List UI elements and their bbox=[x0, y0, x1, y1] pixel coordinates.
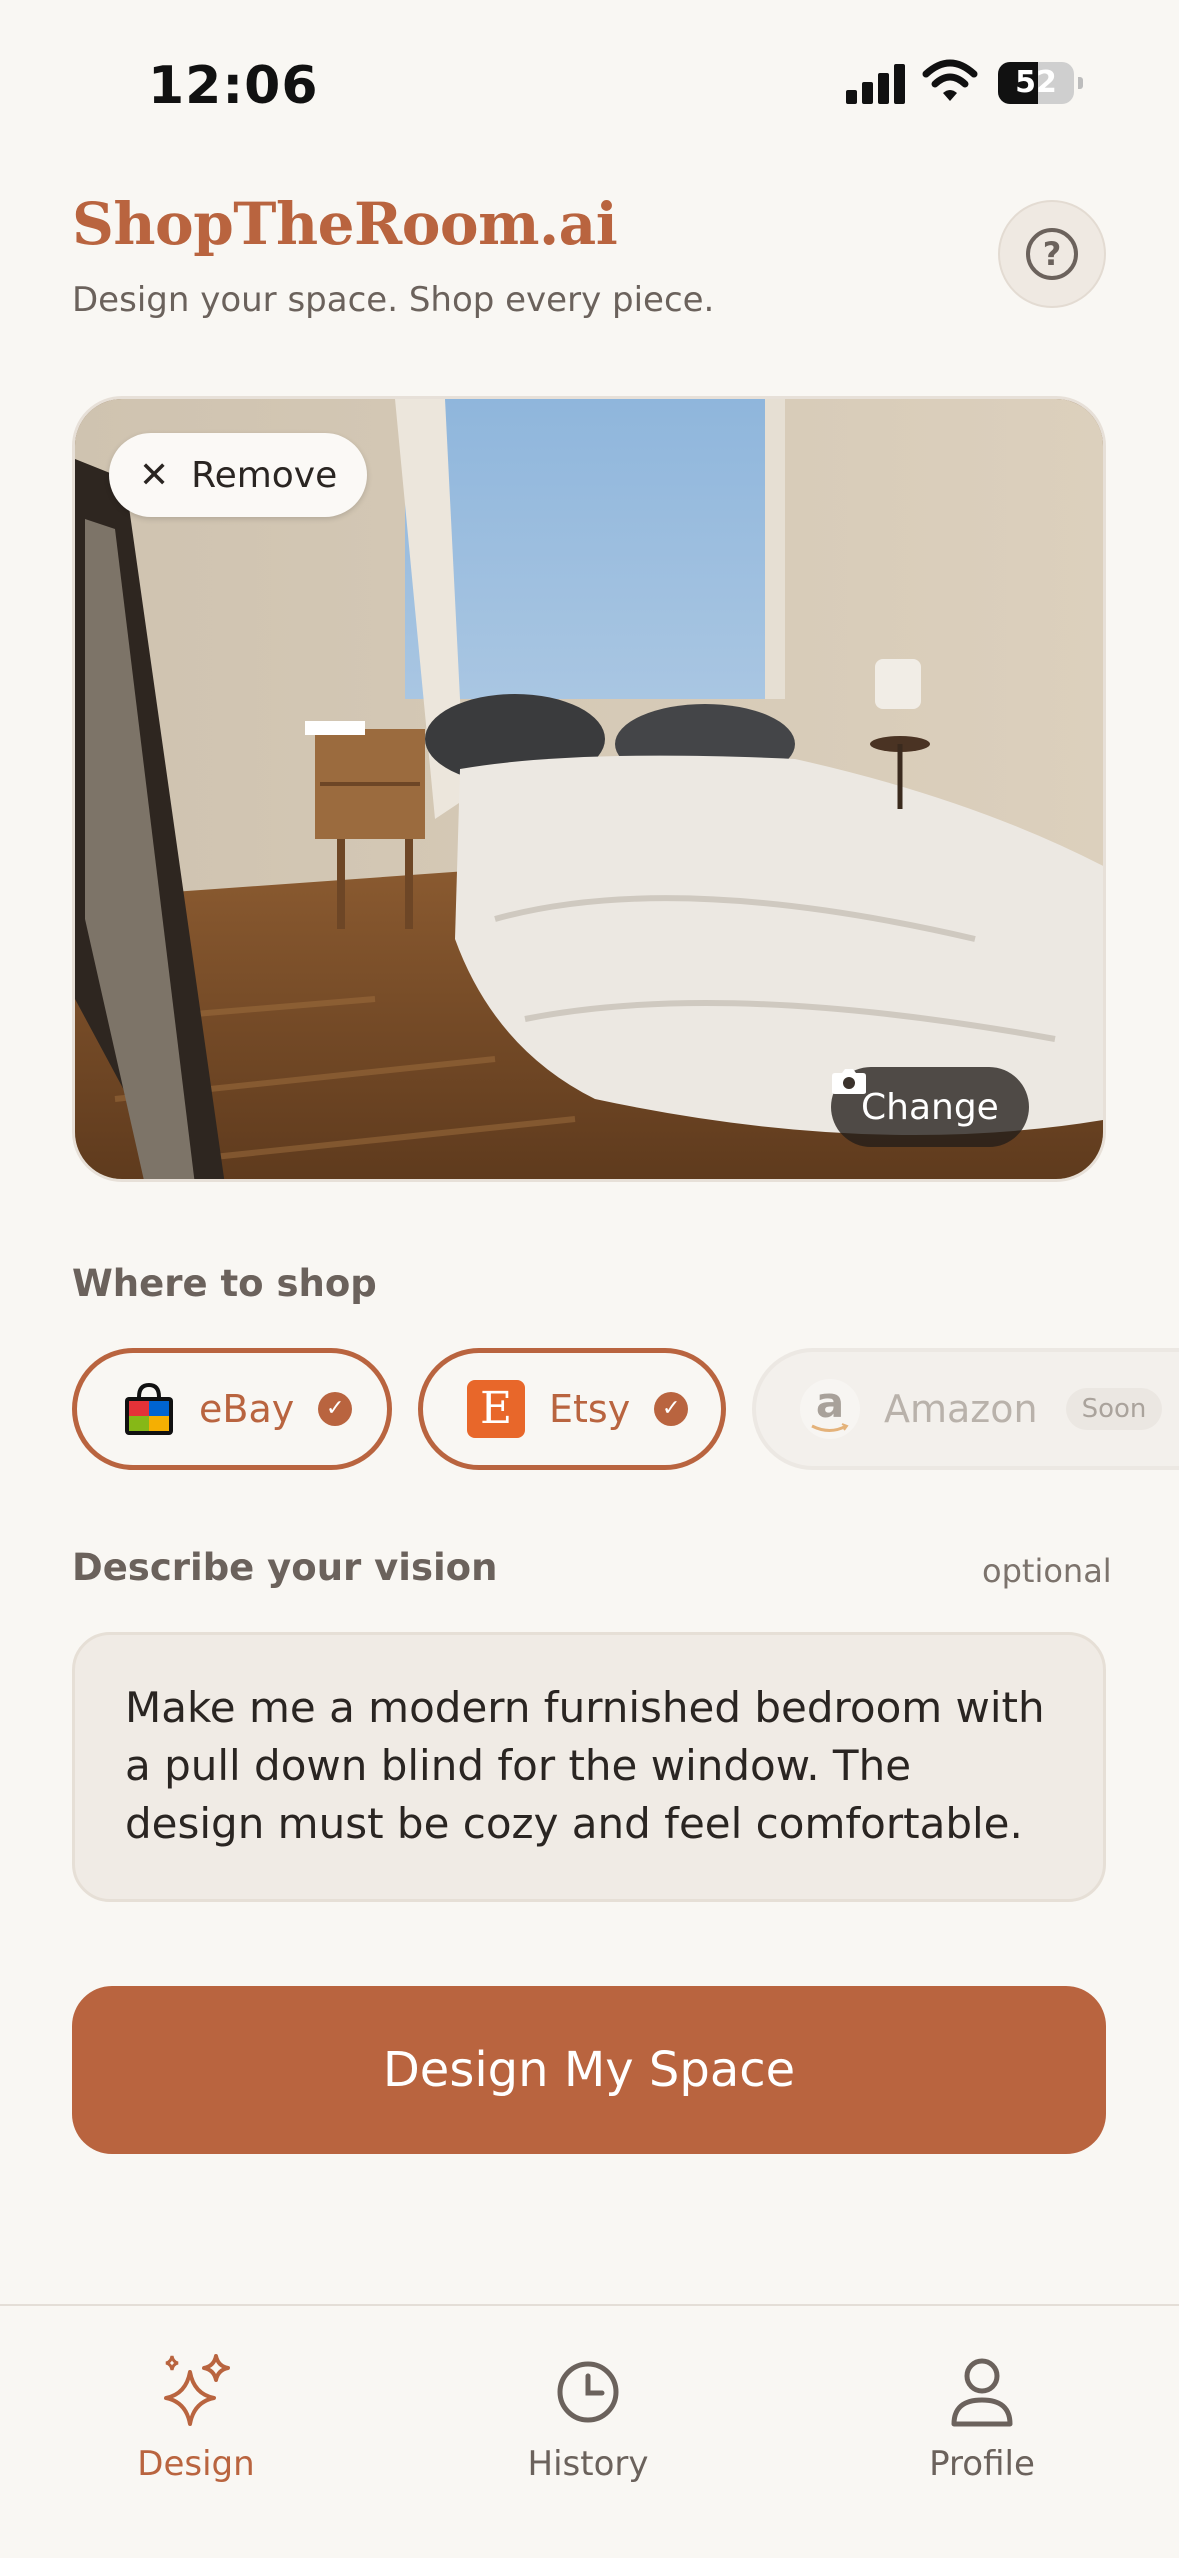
tab-label: History bbox=[527, 2444, 649, 2484]
where-to-shop-label: Where to shop bbox=[72, 1262, 377, 1305]
amazon-logo-icon: a bbox=[800, 1379, 860, 1439]
question-circle-icon: ? bbox=[1026, 228, 1078, 280]
tab-history[interactable]: History bbox=[458, 2350, 718, 2484]
room-photo: ✕ Remove Change bbox=[72, 396, 1106, 1182]
vision-label: Describe your vision bbox=[72, 1546, 498, 1589]
app-tagline: Design your space. Shop every piece. bbox=[72, 280, 715, 320]
optional-label: optional bbox=[982, 1552, 1112, 1590]
app-title: ShopTheRoom.ai bbox=[72, 190, 618, 258]
shop-option-amazon[interactable]: a Amazon Soon bbox=[752, 1348, 1179, 1470]
status-time: 12:06 bbox=[148, 56, 319, 116]
battery-percentage: 52 bbox=[1015, 65, 1057, 100]
remove-photo-label: Remove bbox=[191, 454, 338, 496]
vision-text-field[interactable]: Make me a modern furnished bedroom with … bbox=[72, 1632, 1106, 1902]
battery-icon: 52 bbox=[998, 62, 1083, 104]
vision-text: Make me a modern furnished bedroom with … bbox=[125, 1683, 1045, 1848]
help-button[interactable]: ? bbox=[998, 200, 1106, 308]
remove-photo-button[interactable]: ✕ Remove bbox=[109, 433, 368, 517]
tab-design[interactable]: Design bbox=[66, 2350, 326, 2484]
shop-option-ebay[interactable]: eBay ✓ bbox=[72, 1348, 392, 1470]
shop-option-label: Etsy bbox=[549, 1387, 631, 1431]
tab-label: Design bbox=[137, 2444, 255, 2484]
etsy-logo-icon: E bbox=[467, 1380, 525, 1438]
shop-option-label: Amazon bbox=[884, 1387, 1038, 1431]
shop-option-etsy[interactable]: E Etsy ✓ bbox=[418, 1348, 726, 1470]
camera-icon bbox=[832, 1069, 866, 1094]
checkmark-icon: ✓ bbox=[654, 1392, 689, 1426]
checkmark-icon: ✓ bbox=[318, 1392, 353, 1426]
change-photo-label: Change bbox=[861, 1086, 999, 1128]
shop-option-label: eBay bbox=[199, 1387, 295, 1431]
ebay-bag-icon bbox=[125, 1382, 173, 1435]
tab-label: Profile bbox=[929, 2444, 1035, 2484]
tab-bar: Design History Profile bbox=[0, 2304, 1179, 2558]
clock-icon bbox=[557, 2361, 619, 2423]
tab-profile[interactable]: Profile bbox=[852, 2350, 1112, 2484]
sparkles-icon bbox=[164, 2354, 230, 2426]
close-icon: ✕ bbox=[139, 454, 170, 496]
person-icon bbox=[951, 2358, 1013, 2427]
soon-badge: Soon bbox=[1065, 1388, 1163, 1430]
wifi-icon bbox=[922, 59, 978, 101]
design-my-space-button[interactable]: Design My Space bbox=[72, 1986, 1106, 2154]
cellular-signal-icon bbox=[846, 62, 906, 104]
change-photo-button[interactable]: Change bbox=[831, 1067, 1029, 1147]
